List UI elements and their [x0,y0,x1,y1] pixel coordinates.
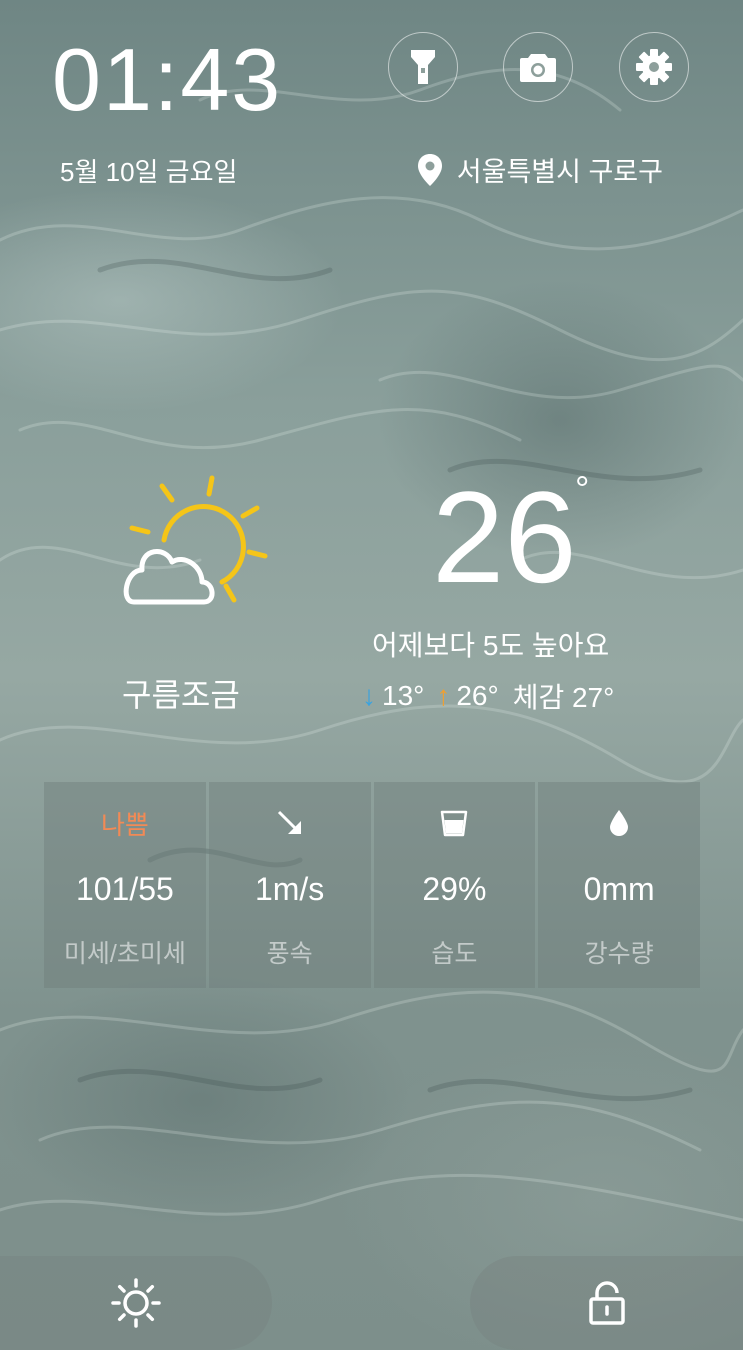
humidity-label: 습도 [431,940,478,968]
flashlight-button[interactable] [388,32,458,102]
clock-date: 5월 10일 금요일 [60,157,238,187]
low-arrow-icon: ↓ [362,680,376,711]
location[interactable]: 서울특별시 구로구 [417,150,663,189]
partly-cloudy-icon [123,475,268,605]
low-temperature: 13° [382,680,425,711]
water-background [0,68,743,1222]
location-name: 서울특별시 구로구 [456,157,663,187]
wind-direction-arrow-icon [277,810,301,834]
temperature-range: ↓ 13° ↑ 26° 체감 27° [362,676,614,716]
wind-value: 1m/s [254,870,325,907]
dust-cell[interactable]: 나쁨 101/55 미세/초미세 [44,782,206,988]
wind-cell[interactable]: 1m/s 풍속 [208,782,371,988]
brightness-button[interactable] [0,1256,272,1350]
rain-label: 강수량 [584,940,654,968]
weather-details-panel: 나쁨 101/55 미세/초미세 1m/s 풍속 29% 습도 0mm 강수량 [44,782,700,988]
humidity-cell[interactable]: 29% 습도 [373,782,536,988]
high-temperature: 26° [456,680,499,711]
camera-icon [520,54,556,82]
location-pin-icon [417,153,442,186]
dust-label: 미세/초미세 [63,940,186,968]
feels-like: 체감 27° [512,682,615,713]
dust-status: 나쁨 [100,809,149,840]
humidity-value: 29% [422,870,487,907]
settings-button[interactable] [619,32,689,102]
camera-button[interactable] [503,32,573,102]
unlock-button[interactable] [470,1256,743,1350]
clock-time: 01:43 [52,30,283,129]
degree-symbol: ° [575,468,590,509]
unlock-icon [588,1281,625,1325]
gear-icon [636,49,672,85]
raindrop-icon [610,810,629,836]
high-arrow-icon: ↑ [436,680,451,711]
brightness-icon [111,1278,161,1328]
wind-label: 풍속 [266,940,313,968]
rain-cell[interactable]: 0mm 강수량 [538,782,700,988]
current-temperature: 26 [432,464,577,610]
yesterday-comparison: 어제보다 5도 높아요 [372,630,610,661]
rain-value: 0mm [583,870,655,907]
weather-condition: 구름조금 [122,677,240,713]
dust-value: 101/55 [75,870,174,907]
flashlight-icon [411,50,435,84]
cup-icon [441,810,468,837]
